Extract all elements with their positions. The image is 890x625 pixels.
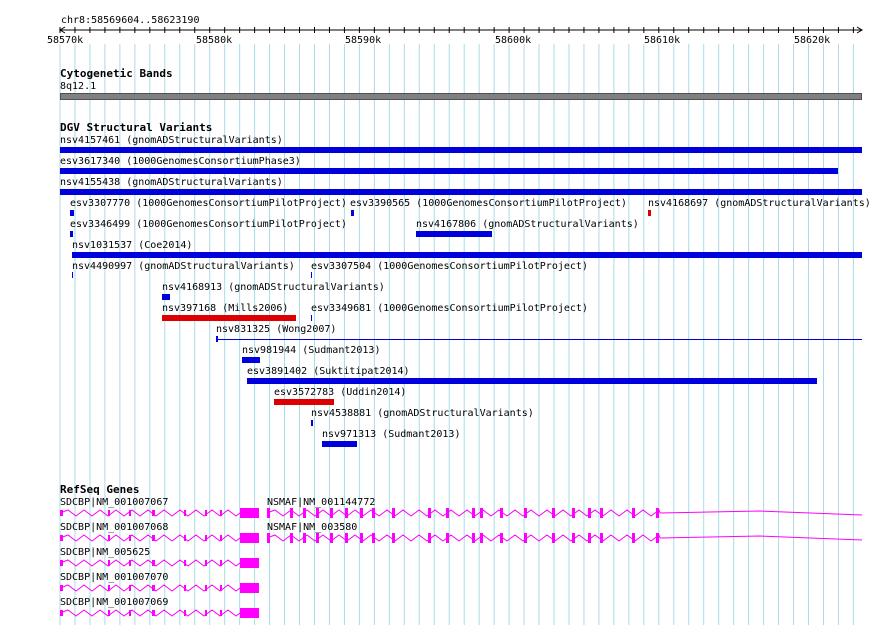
gene-exon [205,560,207,566]
gene-exon [129,560,131,566]
gene-exon [360,533,363,543]
gene-exon [552,508,555,518]
gene-exon [240,533,259,543]
gene-exon [240,608,259,618]
gene-exon [220,585,222,591]
gene-exon [500,508,503,518]
gene-exon [108,610,110,616]
gene-exon [392,533,395,543]
gene-intron-line [59,534,260,542]
gene-exon [480,508,483,518]
gene-exon [656,508,659,518]
refseq-gene-glyphs[interactable] [0,0,890,625]
gene-exon [220,560,222,566]
gene-exon [572,533,575,543]
gene-exon [500,533,503,543]
gene-utr-line [659,535,863,541]
gene-exon [303,508,306,518]
gene-exon [60,585,63,591]
gene-exon [290,533,293,543]
gene-exon [152,535,155,541]
gene-exon [372,533,375,543]
gene-exon [60,535,63,541]
gene-exon [360,508,363,518]
gene-exon [316,533,319,543]
gene-exon [524,508,527,518]
gene-exon [303,533,306,543]
gene-exon [656,533,659,543]
gene-exon [345,508,348,518]
gene-exon [632,508,635,518]
gene-exon [129,535,131,541]
gene-exon [632,533,635,543]
gene-exon [588,533,591,543]
gene-exon [220,535,222,541]
gene-exon [184,560,186,566]
gene-exon [392,508,395,518]
gene-exon [267,508,270,518]
genome-browser[interactable]: chr8:58569604..58623190 58570k 58580k 58… [0,0,890,625]
gene-exon [108,535,110,541]
gene-exon [60,560,63,566]
gene-exon [108,560,110,566]
gene-exon [428,508,431,518]
gene-exon [240,508,259,518]
gene-exon [472,533,475,543]
gene-exon [129,610,131,616]
gene-exon [572,508,575,518]
gene-intron-line [59,609,260,617]
gene-exon [446,533,449,543]
gene-exon [184,610,186,616]
gene-exon [600,533,603,543]
gene-exon [588,508,591,518]
gene-exon [205,585,207,591]
gene-exon [184,510,186,516]
gene-exon [152,585,155,591]
gene-exon [129,585,131,591]
gene-exon [552,533,555,543]
gene-exon [129,510,131,516]
gene-utr-line [659,510,863,516]
gene-exon [184,535,186,541]
gene-exon [108,510,110,516]
gene-intron-line [59,559,260,567]
gene-exon [220,510,222,516]
gene-exon [152,560,155,566]
gene-exon [152,510,155,516]
gene-exon [152,610,155,616]
gene-exon [60,510,63,516]
gene-exon [372,508,375,518]
gene-exon [428,533,431,543]
gene-exon [240,583,259,593]
gene-exon [220,610,222,616]
gene-exon [472,508,475,518]
gene-intron-line [59,509,260,517]
gene-exon [184,585,186,591]
gene-exon [205,510,207,516]
gene-exon [316,508,319,518]
gene-exon [330,508,333,518]
gene-exon [205,535,207,541]
gene-exon [330,533,333,543]
gene-intron-line [59,584,260,592]
gene-exon [600,508,603,518]
gene-exon [108,585,110,591]
gene-exon [290,508,293,518]
gene-exon [205,610,207,616]
gene-exon [60,610,63,616]
gene-exon [267,533,270,543]
gene-exon [240,558,259,568]
gene-exon [524,533,527,543]
gene-exon [480,533,483,543]
gene-exon [345,533,348,543]
gene-exon [446,508,449,518]
